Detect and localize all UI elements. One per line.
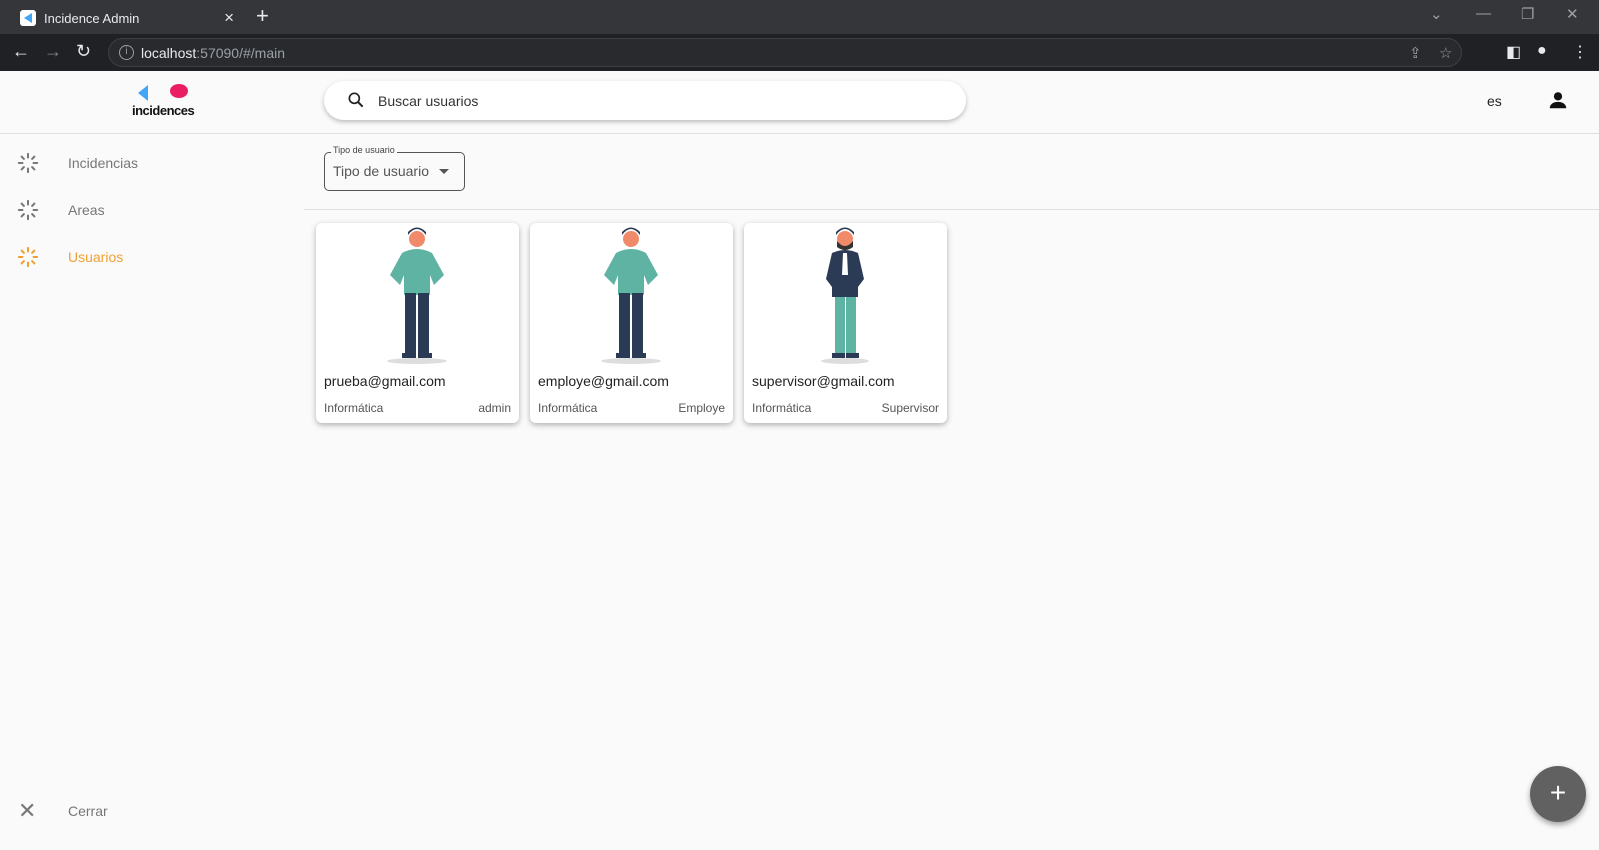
share-icon[interactable]: ⇪ (1409, 44, 1422, 62)
user-avatar-illustration (601, 227, 661, 364)
tab-close-icon[interactable]: × (224, 8, 234, 28)
url-host: localhost (141, 45, 197, 61)
flutter-favicon-icon (20, 10, 36, 26)
close-icon: ✕ (18, 798, 37, 823)
app-root: incidences es Incidencias (0, 71, 1599, 850)
user-department: Informática (752, 401, 812, 415)
url-text: localhost:57090/#/main (141, 45, 285, 61)
user-department: Informática (324, 401, 384, 415)
close-label: Cerrar (68, 803, 108, 819)
search-icon (348, 92, 364, 108)
user-card[interactable]: employe@gmail.com Informática Employe (530, 223, 733, 423)
back-icon[interactable]: ← (12, 41, 30, 62)
sidebar-item-label: Usuarios (68, 249, 124, 265)
browser-tab[interactable]: Incidence Admin × (8, 2, 244, 34)
tab-title: Incidence Admin (44, 11, 140, 26)
plus-icon: + (1549, 777, 1567, 808)
user-type-dropdown[interactable]: Tipo de usuario Tipo de usuario (324, 145, 465, 191)
dropdown-value: Tipo de usuario (333, 163, 429, 179)
loader-icon (17, 199, 39, 221)
account-icon[interactable] (1547, 89, 1569, 111)
search-bar[interactable] (324, 81, 966, 120)
chevron-down-icon (439, 169, 449, 174)
loader-icon (17, 246, 39, 268)
url-path: :57090/#/main (196, 45, 285, 61)
restore-icon[interactable]: ❐ (1521, 5, 1534, 23)
search-input[interactable] (378, 87, 938, 114)
window-close-icon[interactable]: ✕ (1566, 5, 1579, 23)
close-button[interactable]: ✕ Cerrar (0, 792, 304, 832)
flutter-logo-icon (138, 85, 148, 101)
reload-icon[interactable]: ↻ (76, 41, 91, 62)
site-info-icon[interactable]: i (119, 45, 134, 60)
profile-icon[interactable]: ● (1537, 42, 1547, 60)
sidebar-item-incidencias[interactable]: Incidencias (0, 142, 304, 182)
browser-tab-bar: Incidence Admin × + ⌄ — ❐ ✕ (0, 0, 1599, 34)
forward-icon[interactable]: → (44, 41, 62, 62)
loader-icon (17, 152, 39, 174)
user-email: employe@gmail.com (538, 373, 669, 389)
logo-text: incidences (132, 103, 195, 118)
chrome-menu-icon[interactable]: ⋮ (1572, 42, 1588, 62)
app-logo: incidences (132, 83, 202, 119)
content-divider (304, 209, 1599, 210)
user-email: prueba@gmail.com (324, 373, 446, 389)
user-department: Informática (538, 401, 598, 415)
user-card[interactable]: supervisor@gmail.com Informática Supervi… (744, 223, 947, 423)
address-bar-row: ← → ↻ i localhost:57090/#/main ⇪ ☆ ◧ ● ⋮ (0, 34, 1599, 71)
tab-search-icon[interactable]: ⌄ (1430, 5, 1443, 23)
minimize-icon[interactable]: — (1476, 5, 1491, 22)
sidebar: Incidencias Areas Usuarios ✕ Cerrar (0, 134, 304, 850)
user-role: admin (478, 401, 511, 415)
bookmark-star-icon[interactable]: ☆ (1439, 44, 1452, 62)
user-email: supervisor@gmail.com (752, 373, 895, 389)
sidebar-item-label: Areas (68, 202, 105, 218)
camera-logo-icon (170, 84, 188, 98)
user-avatar-illustration (821, 227, 869, 364)
add-user-button[interactable]: + (1530, 766, 1586, 822)
dropdown-legend: Tipo de usuario (331, 145, 397, 155)
side-panel-icon[interactable]: ◧ (1506, 42, 1521, 62)
user-role: Employe (678, 401, 725, 415)
sidebar-item-areas[interactable]: Areas (0, 189, 304, 229)
omnibox[interactable]: i localhost:57090/#/main ⇪ ☆ (108, 38, 1462, 67)
sidebar-item-label: Incidencias (68, 155, 139, 171)
language-selector[interactable]: es (1487, 93, 1502, 109)
new-tab-icon[interactable]: + (256, 3, 269, 29)
sidebar-item-usuarios[interactable]: Usuarios (0, 236, 304, 276)
user-role: Supervisor (881, 401, 939, 415)
user-card[interactable]: prueba@gmail.com Informática admin (316, 223, 519, 423)
user-avatar-illustration (387, 227, 447, 364)
